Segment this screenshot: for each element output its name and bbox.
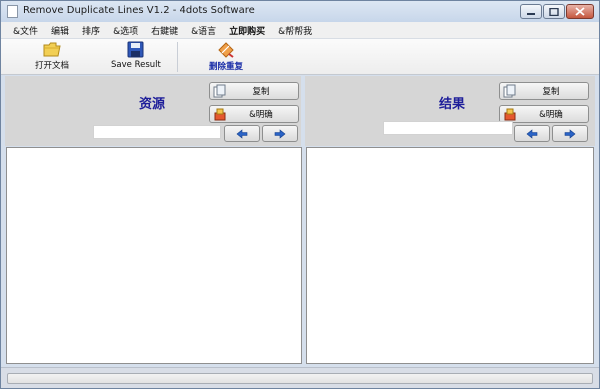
clear-icon [504, 108, 516, 121]
result-next-button[interactable] [552, 125, 588, 142]
arrow-right-icon [564, 128, 576, 139]
menu-context[interactable]: 右鍵键 [151, 24, 178, 37]
progress-bar [7, 373, 593, 384]
window-controls [520, 4, 594, 20]
save-result-button[interactable]: Save Result [111, 41, 161, 70]
minimize-icon [527, 12, 535, 15]
window-title: Remove Duplicate Lines V1.2 - 4dots Soft… [23, 5, 255, 16]
menu-bar: &文件 编辑 排序 &选项 右鍵键 &语言 立即购买 &帮帮我 [1, 22, 599, 39]
menu-options[interactable]: &选项 [113, 24, 138, 37]
toolbar-separator [177, 42, 178, 72]
title-bar: Remove Duplicate Lines V1.2 - 4dots Soft… [1, 1, 599, 22]
maximize-button[interactable] [543, 4, 565, 19]
open-document-button[interactable]: 打开文档 [35, 41, 69, 71]
minimize-button[interactable] [520, 4, 542, 19]
save-result-label: Save Result [111, 60, 161, 70]
result-search-input[interactable] [383, 121, 513, 135]
source-prev-button[interactable] [224, 125, 260, 142]
copy-icon [213, 84, 226, 98]
result-prev-button[interactable] [514, 125, 550, 142]
floppy-disk-icon [127, 41, 144, 58]
source-pane-header: 资源 复制 &明确 [5, 76, 301, 146]
remove-duplicates-button[interactable]: 删除重复 [209, 41, 243, 72]
clear-icon [214, 108, 226, 121]
status-bar [1, 367, 599, 388]
folder-icon [43, 42, 61, 57]
source-next-button[interactable] [262, 125, 298, 142]
remove-duplicates-label: 删除重复 [209, 62, 244, 72]
menu-language[interactable]: &语言 [191, 24, 216, 37]
open-document-label: 打开文档 [35, 61, 70, 71]
app-window: Remove Duplicate Lines V1.2 - 4dots Soft… [0, 0, 600, 389]
app-icon [7, 5, 18, 18]
menu-edit[interactable]: 编辑 [51, 24, 69, 37]
eraser-icon [218, 42, 234, 58]
menu-buy-now[interactable]: 立即购买 [229, 24, 265, 37]
source-textarea[interactable] [6, 147, 302, 364]
toolbar: 打开文档 Save Result 删除重复 [1, 39, 599, 75]
result-title: 结果 [439, 97, 466, 112]
arrow-right-icon [274, 128, 286, 139]
copy-icon [503, 84, 516, 98]
arrow-left-icon [236, 128, 248, 139]
close-button[interactable] [566, 4, 594, 19]
result-pane-header: 结果 复制 &明确 [305, 76, 595, 146]
maximize-icon [549, 7, 559, 16]
source-search-input[interactable] [93, 125, 221, 139]
source-copy-button[interactable]: 复制 [209, 82, 299, 100]
close-icon [575, 7, 585, 16]
menu-help[interactable]: &帮帮我 [278, 24, 312, 37]
result-copy-button[interactable]: 复制 [499, 82, 589, 100]
source-clear-button[interactable]: &明确 [209, 105, 299, 123]
menu-file[interactable]: &文件 [13, 24, 38, 37]
arrow-left-icon [526, 128, 538, 139]
result-textarea[interactable] [306, 147, 594, 364]
source-title: 资源 [139, 97, 166, 112]
menu-sort[interactable]: 排序 [82, 24, 100, 37]
